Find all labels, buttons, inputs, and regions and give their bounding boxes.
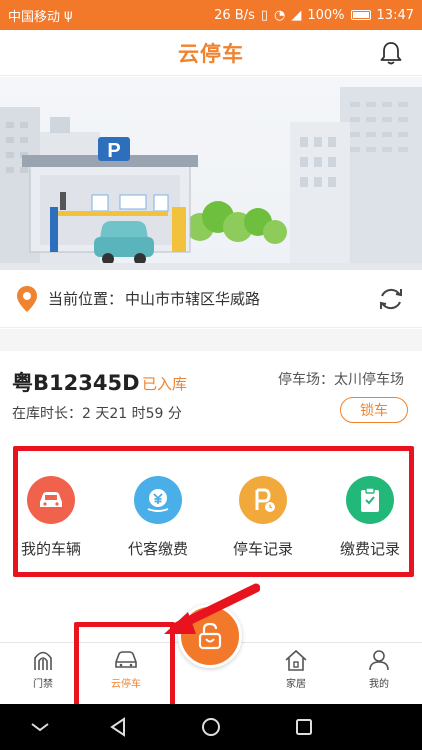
location-pin-icon [17, 285, 37, 312]
home-icon [285, 649, 307, 671]
page-title: 云停车 [178, 41, 244, 66]
tab-home[interactable]: 家居 [261, 649, 331, 690]
location-bar: 当前位置： 中山市市辖区华威路 [0, 270, 422, 328]
carrier-name: 中国移动 [8, 9, 61, 25]
location-value: 中山市市辖区华威路 [125, 290, 261, 308]
vibrate-icon: ▯ [260, 7, 269, 23]
payment-icon [134, 476, 182, 524]
parking-lot-name: 停车场：太川停车场 [278, 372, 404, 388]
clock: 13:47 [376, 7, 414, 23]
tab-cloud-parking[interactable]: 云停车 [91, 649, 161, 690]
parking-sign: P [107, 140, 120, 162]
status-badge: 已入库 [142, 375, 188, 393]
license-plate: 粤B12345D [12, 371, 140, 395]
android-nav-bar [0, 704, 422, 750]
tab-label: 我的 [369, 679, 389, 690]
car-info-card: 粤B12345D 已入库 在库时长：2 天21 时59 分 停车场：太川停车场 … [0, 351, 422, 433]
grid-item-label: 代客缴费 [127, 540, 188, 558]
back-icon[interactable] [106, 715, 130, 739]
tab-mine[interactable]: 我的 [344, 649, 414, 690]
refresh-icon[interactable] [376, 284, 406, 314]
cell-signal-icon: ◢ [291, 7, 302, 23]
grid-item-label: 停车记录 [232, 540, 293, 558]
wifi-icon: ◔ [274, 7, 286, 23]
user-icon [369, 650, 389, 671]
network-speed: 26 B/s [214, 7, 255, 23]
gate-icon [34, 651, 52, 670]
tab-label: 云停车 [111, 679, 141, 690]
section-divider [0, 329, 422, 351]
chevron-down-icon[interactable] [28, 715, 52, 739]
status-bar: 中国移动 ψ 26 B/s ▯ ◔ ◢ 100% 13:47 [0, 0, 422, 30]
location-label: 当前位置： [48, 290, 124, 308]
battery-icon [350, 10, 371, 20]
grid-item-my-vehicles[interactable]: 我的车辆 [6, 476, 96, 559]
home-circle-icon[interactable] [199, 715, 223, 739]
tab-label: 家居 [286, 679, 306, 690]
app-header: 云停车 [0, 30, 422, 76]
car-icon [27, 476, 75, 524]
parking-record-icon [239, 476, 287, 524]
bell-icon[interactable] [378, 40, 404, 66]
clipboard-icon [346, 476, 394, 524]
unlock-button[interactable] [178, 604, 242, 668]
grid-item-label: 我的车辆 [20, 540, 81, 558]
function-grid: 我的车辆 代客缴费 停车记录 缴费记录 [0, 444, 422, 580]
grid-item-parking-records[interactable]: 停车记录 [218, 476, 308, 559]
signal-icon: ψ [64, 7, 73, 23]
parking-duration: 在库时长：2 天21 时59 分 [12, 406, 182, 422]
grid-item-valet-payment[interactable]: 代客缴费 [113, 476, 203, 559]
tab-gate[interactable]: 门禁 [8, 649, 78, 690]
grid-item-label: 缴费记录 [339, 540, 400, 558]
recents-icon[interactable] [292, 715, 316, 739]
tab-label: 门禁 [33, 679, 53, 690]
banner-illustration: P [0, 77, 422, 270]
grid-item-payment-records[interactable]: 缴费记录 [325, 476, 415, 559]
battery-percent: 100% [307, 7, 345, 23]
car-icon [115, 651, 137, 668]
lock-car-button[interactable]: 锁车 [340, 397, 408, 423]
unlock-icon [198, 622, 222, 650]
